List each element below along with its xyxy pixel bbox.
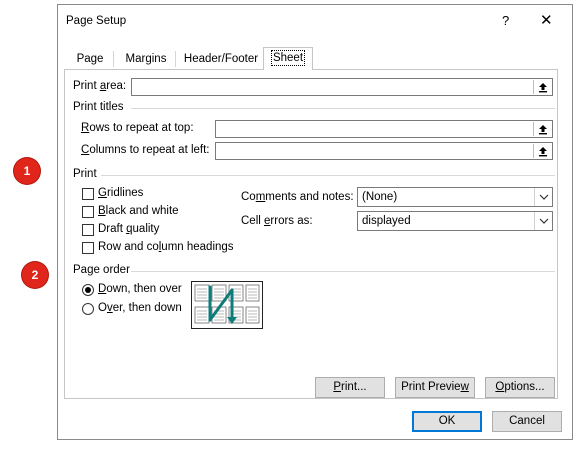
down-then-over-radio[interactable]	[82, 284, 94, 296]
collapse-dialog-icon[interactable]	[533, 122, 551, 136]
print-area-label: Print area:	[73, 80, 127, 92]
over-then-down-radio[interactable]	[82, 303, 94, 315]
comments-notes-select[interactable]: (None)	[357, 187, 553, 207]
print-heading: Print	[73, 168, 97, 180]
draft-quality-checkbox[interactable]	[82, 224, 94, 236]
chevron-down-icon	[534, 188, 552, 206]
columns-to-repeat-label: Columns to repeat at left:	[81, 144, 210, 156]
annotation-marker-1: 1	[14, 158, 40, 184]
black-and-white-label: Black and white	[98, 205, 179, 217]
page-order-preview-icon	[191, 281, 263, 329]
tab-page[interactable]: Page	[72, 49, 108, 69]
chevron-down-icon	[534, 212, 552, 230]
gridlines-label: Gridlines	[98, 187, 144, 199]
comments-notes-label: Comments and notes:	[241, 191, 354, 203]
close-icon[interactable]: ✕	[540, 11, 553, 29]
print-area-input[interactable]	[131, 78, 553, 96]
draft-quality-label: Draft quality	[98, 223, 160, 235]
print-preview-button[interactable]: Print Preview	[395, 377, 475, 398]
collapse-dialog-icon[interactable]	[533, 144, 551, 158]
tab-margins[interactable]: Margins	[118, 49, 174, 69]
print-button[interactable]: Print...	[315, 377, 385, 398]
page-setup-dialog: Page Setup ? ✕ Page Margins Header/Foote…	[57, 4, 573, 440]
tab-header-footer[interactable]: Header/Footer	[179, 49, 263, 69]
row-column-headings-checkbox[interactable]	[82, 242, 94, 254]
cancel-button[interactable]: Cancel	[492, 411, 562, 432]
help-button[interactable]: ?	[502, 13, 509, 28]
ok-button[interactable]: OK	[412, 411, 482, 432]
tab-sheet[interactable]: Sheet	[263, 47, 313, 70]
dialog-title: Page Setup	[66, 15, 127, 27]
down-then-over-label: Down, then over	[98, 283, 182, 295]
options-button[interactable]: Options...	[485, 377, 555, 398]
gridlines-checkbox[interactable]	[82, 188, 94, 200]
cell-errors-label: Cell errors as:	[241, 215, 313, 227]
sheet-tab-panel: Print area: Print titles Rows to repeat …	[64, 69, 558, 399]
page-order-heading: Page order	[73, 264, 130, 276]
black-and-white-checkbox[interactable]	[82, 206, 94, 218]
row-column-headings-label: Row and column headings	[98, 241, 234, 253]
rows-to-repeat-input[interactable]	[215, 120, 553, 138]
over-then-down-label: Over, then down	[98, 302, 182, 314]
collapse-dialog-icon[interactable]	[533, 80, 551, 94]
columns-to-repeat-input[interactable]	[215, 142, 553, 160]
rows-to-repeat-label: Rows to repeat at top:	[81, 122, 194, 134]
cell-errors-select[interactable]: displayed	[357, 211, 553, 231]
print-titles-heading: Print titles	[73, 101, 124, 113]
annotation-marker-2: 2	[22, 262, 48, 288]
